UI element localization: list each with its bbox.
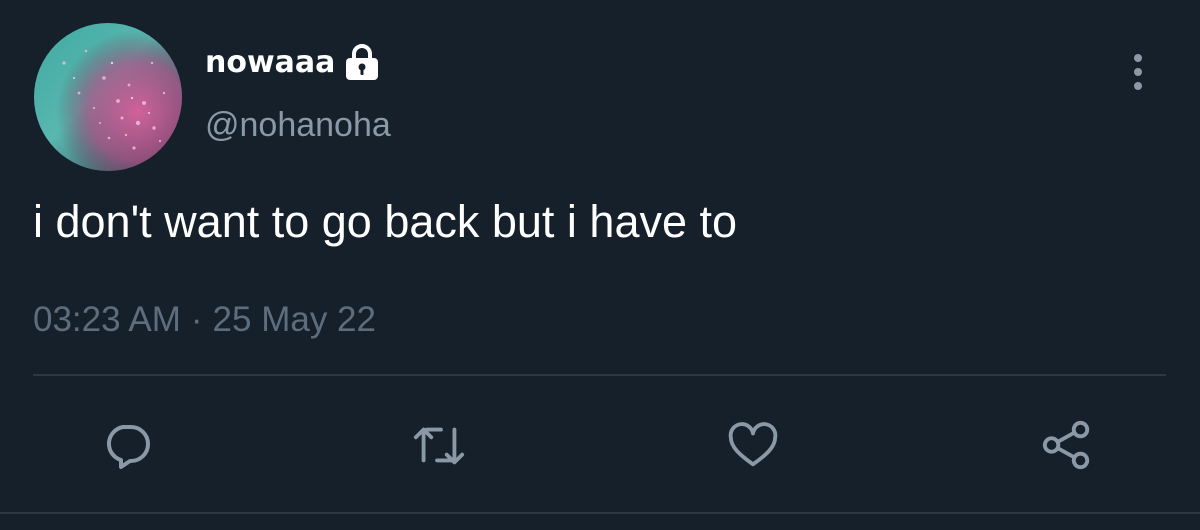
lock-icon xyxy=(344,43,380,81)
display-name[interactable]: nowaaa xyxy=(205,45,335,80)
share-icon xyxy=(1042,420,1090,470)
tweet-timestamp: 03:23 AM · 25 May 22 xyxy=(33,300,376,340)
avatar-image xyxy=(34,23,182,171)
avatar[interactable] xyxy=(34,23,182,171)
retweet-icon xyxy=(413,427,465,465)
like-button[interactable] xyxy=(726,418,780,472)
divider xyxy=(33,374,1166,376)
reply-icon xyxy=(106,425,150,469)
display-name-row: nowaaa xyxy=(205,40,380,84)
meta-separator: · xyxy=(190,300,203,339)
heart-icon xyxy=(728,422,778,467)
tweet-time[interactable]: 03:23 AM xyxy=(33,300,181,339)
tweet-text: i don't want to go back but i have to xyxy=(33,196,738,247)
retweet-button[interactable] xyxy=(412,418,466,472)
tweet-detail: nowaaa @nohanoha i don't want to go back… xyxy=(0,0,1200,530)
bottom-divider xyxy=(0,512,1200,514)
more-options-icon[interactable] xyxy=(1124,50,1152,94)
share-button[interactable] xyxy=(1040,418,1094,472)
user-handle[interactable]: @nohanoha xyxy=(205,106,391,145)
reply-button[interactable] xyxy=(100,418,154,472)
tweet-date[interactable]: 25 May 22 xyxy=(213,300,376,339)
